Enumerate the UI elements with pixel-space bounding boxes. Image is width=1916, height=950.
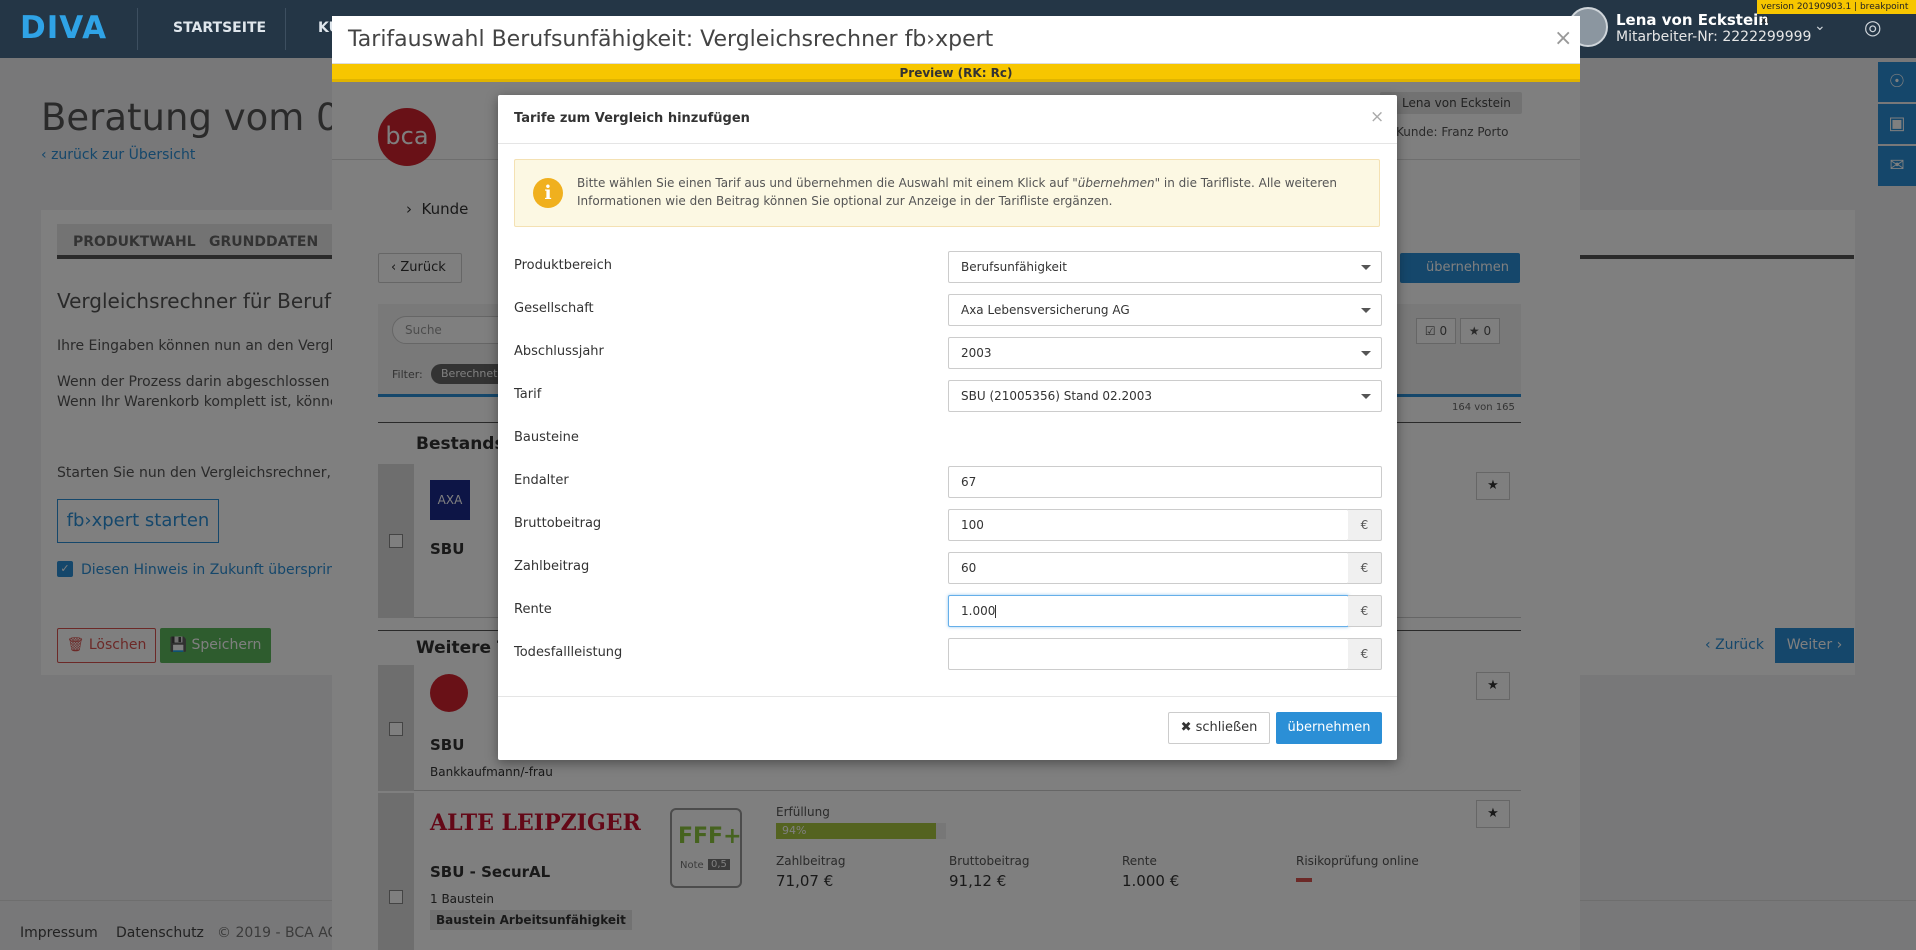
currency-addon: € (1348, 552, 1382, 584)
chevron-down-icon[interactable]: ⌄ (1814, 18, 1826, 34)
close-icon[interactable]: × (1554, 26, 1572, 51)
text-cursor (995, 605, 997, 618)
bausteine-label: Bausteine (514, 430, 579, 445)
nav-item-startseite[interactable]: STARTSEITE (173, 20, 266, 36)
produktbereich-label: Produktbereich (514, 258, 613, 273)
schliessen-label: schließen (1195, 720, 1258, 735)
schliessen-button[interactable]: ✖ schließen (1168, 712, 1270, 744)
endalter-label: Endalter (514, 473, 569, 488)
caret-down-icon (1361, 265, 1371, 270)
add-tariff-modal: Tarife zum Vergleich hinzufügen × i Bitt… (498, 95, 1397, 760)
gesellschaft-value: Axa Lebensversicherung AG (961, 303, 1130, 317)
user-name[interactable]: Lena von Eckstein (1616, 11, 1769, 29)
tarifauswahl-title: Tarifauswahl Berufsunfähigkeit: Vergleic… (348, 27, 994, 52)
caret-down-icon (1361, 308, 1371, 313)
uebernehmen-button[interactable]: übernehmen (1276, 712, 1382, 744)
produktbereich-select[interactable]: Berufsunfähigkeit (948, 251, 1382, 283)
todesfallleistung-label: Todesfallleistung (514, 645, 623, 660)
eye-slash-icon[interactable]: ◎ (1864, 15, 1881, 39)
abschlussjahr-value: 2003 (961, 346, 992, 360)
zahlbeitrag-label: Zahlbeitrag (514, 559, 590, 574)
bruttobeitrag-label: Bruttobeitrag (514, 516, 602, 531)
caret-down-icon (1361, 394, 1371, 399)
currency-addon: € (1348, 509, 1382, 541)
version-badge: version 20190903.1 | breakpoint xl (1757, 0, 1916, 26)
nav-separator (285, 8, 286, 50)
modal-title: Tarife zum Vergleich hinzufügen (514, 111, 750, 126)
zahlbeitrag-input[interactable]: 60 (948, 552, 1349, 584)
user-id: Mitarbeiter-Nr: 2222299999 (1616, 29, 1812, 45)
abschlussjahr-select[interactable]: 2003 (948, 337, 1382, 369)
todesfallleistung-input[interactable] (948, 638, 1349, 670)
tarif-label: Tarif (514, 387, 542, 402)
currency-addon: € (1348, 638, 1382, 670)
tarifauswahl-header: Tarifauswahl Berufsunfähigkeit: Vergleic… (332, 16, 1580, 64)
produktbereich-value: Berufsunfähigkeit (961, 260, 1067, 274)
gesellschaft-select[interactable]: Axa Lebensversicherung AG (948, 294, 1382, 326)
abschlussjahr-label: Abschlussjahr (514, 344, 604, 359)
info-text-part: Bitte wählen Sie einen Tarif aus und übe… (577, 176, 1078, 190)
rente-label: Rente (514, 602, 552, 617)
modal-footer-divider (498, 696, 1397, 697)
tarif-value: SBU (21005356) Stand 02.2003 (961, 389, 1153, 403)
caret-down-icon (1361, 351, 1371, 356)
info-text-emphasis: übernehmen (1077, 176, 1155, 190)
gesellschaft-label: Gesellschaft (514, 301, 594, 316)
bruttobeitrag-input[interactable]: 100 (948, 509, 1349, 541)
rente-input-value: 1.000 (961, 604, 996, 618)
nav-separator (137, 8, 138, 50)
info-icon: i (533, 178, 563, 208)
diva-logo[interactable]: DIVA (20, 10, 107, 46)
preview-bar: Preview (RK: Rc) (332, 64, 1580, 82)
tarif-select[interactable]: SBU (21005356) Stand 02.2003 (948, 380, 1382, 412)
currency-addon: € (1348, 595, 1382, 627)
endalter-input[interactable]: 67 (948, 466, 1382, 498)
close-icon: ✖ (1180, 720, 1192, 735)
rente-input[interactable]: 1.000 (948, 595, 1349, 627)
close-icon[interactable]: × (1370, 107, 1384, 127)
modal-header: Tarife zum Vergleich hinzufügen × (498, 95, 1397, 144)
info-text: Bitte wählen Sie einen Tarif aus und übe… (577, 174, 1367, 210)
info-box: i Bitte wählen Sie einen Tarif aus und ü… (514, 159, 1380, 227)
